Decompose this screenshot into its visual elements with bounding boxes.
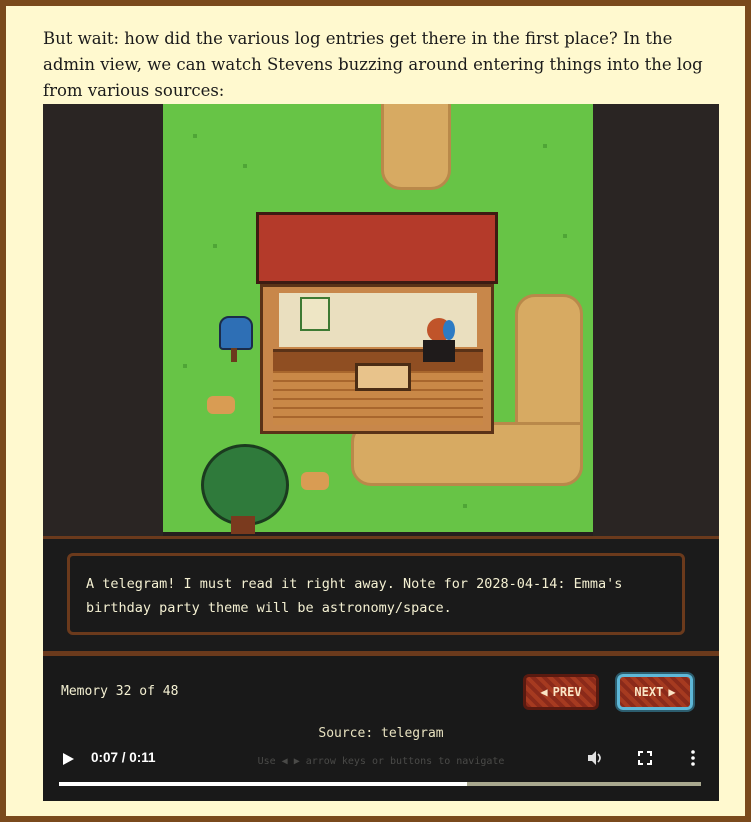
- more-options-icon: [691, 750, 695, 766]
- volume-button[interactable]: [585, 748, 605, 768]
- time-display: 0:07 / 0:11: [91, 750, 156, 765]
- fullscreen-button[interactable]: [635, 748, 655, 768]
- bush: [301, 472, 329, 490]
- fullscreen-icon: [638, 751, 652, 765]
- source-label: Source: telegram: [318, 726, 444, 741]
- arrow-left-icon: ◀: [540, 685, 548, 699]
- cabin: [256, 212, 498, 434]
- memory-counter: Memory 32 of 48: [61, 684, 179, 699]
- cabin-roof: [256, 212, 498, 284]
- next-button-label: NEXT: [634, 685, 664, 699]
- progress-bar[interactable]: [59, 782, 701, 786]
- right-wall: [593, 104, 719, 536]
- cabin-body: [260, 284, 494, 434]
- next-button[interactable]: NEXT ▶: [617, 674, 693, 710]
- play-icon: [63, 753, 74, 765]
- article-frame: But wait: how did the various log entrie…: [6, 6, 745, 816]
- dialog-area: A telegram! I must read it right away. N…: [43, 536, 719, 656]
- progress-fill: [59, 782, 468, 786]
- more-options-button[interactable]: [683, 748, 703, 768]
- prev-button-label: PREV: [552, 685, 582, 699]
- dialog-text: A telegram! I must read it right away. N…: [86, 576, 623, 616]
- dirt-path-top: [381, 104, 451, 190]
- controls-panel: Memory 32 of 48 ◀ PREV NEXT ▶ Source: te…: [43, 656, 719, 801]
- wall-chart: [300, 297, 330, 331]
- tree: [201, 444, 289, 536]
- intro-paragraph: But wait: how did the various log entrie…: [43, 29, 703, 100]
- bush: [207, 396, 235, 414]
- mailbox: [219, 316, 253, 362]
- play-button[interactable]: [53, 744, 83, 774]
- logbook: [355, 363, 411, 391]
- video-player[interactable]: A telegram! I must read it right away. N…: [43, 104, 719, 801]
- prev-button[interactable]: ◀ PREV: [523, 674, 599, 710]
- dialog-box: A telegram! I must read it right away. N…: [67, 553, 685, 635]
- arrow-right-icon: ▶: [668, 685, 676, 699]
- game-scene: [43, 104, 719, 536]
- volume-icon: [588, 751, 601, 765]
- stevens-character: [423, 318, 457, 362]
- left-wall: [43, 104, 163, 536]
